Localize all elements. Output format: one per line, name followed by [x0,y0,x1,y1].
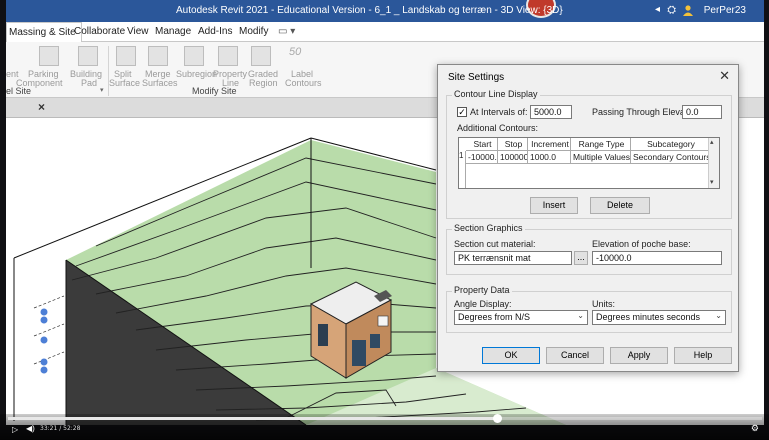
parking-component-icon [39,46,59,66]
building-pad-label[interactable]: Pad [81,79,97,88]
column-header-increment[interactable]: Increment [528,138,571,151]
ok-button[interactable]: OK [482,347,540,364]
split-surface-icon [116,46,136,66]
section-graphics-title: Section Graphics [452,223,525,233]
units-select[interactable]: Degrees minutes seconds ⌄ [592,310,726,325]
panel-separator [108,46,109,96]
progress-fill [8,417,497,420]
contextual-dropdown-icon[interactable]: ▭ ▾ [278,26,295,37]
scroll-down-icon[interactable]: ▾ [710,178,714,186]
apply-button[interactable]: Apply [610,347,668,364]
building-pad-icon [78,46,98,66]
progress-knob[interactable] [492,414,502,423]
user-name[interactable]: PerPer23 [704,5,746,16]
tab-add-ins[interactable]: Add-Ins [198,26,232,37]
scroll-up-icon[interactable]: ▴ [710,138,714,146]
at-intervals-label: At Intervals of: [470,107,528,117]
ribbon-tabs: Massing & Site Collaborate View Manage A… [6,22,764,42]
section-cut-material-label: Section cut material: [454,239,536,249]
user-icon[interactable] [682,4,694,16]
dialog-title: Site Settings [448,72,505,83]
poche-base-field[interactable]: -10000.0 [592,251,722,265]
merge-surfaces-label[interactable]: Surfaces [142,79,178,88]
chevron-down-icon: ⌄ [577,311,584,320]
table-cell-increment[interactable]: 1000.0 [528,151,571,164]
progress-bar[interactable] [8,414,762,423]
video-player-controls: ▷ ◀) 33:21 / 52:28 ⚙ [0,414,769,440]
column-header-subcategory[interactable]: Subcategory [631,138,710,151]
subregion-icon [184,46,204,66]
column-header-start[interactable]: Start [466,138,498,151]
graded-region-label[interactable]: Region [249,79,278,88]
column-header-stop[interactable]: Stop [498,138,528,151]
table-cell-start[interactable]: -10000. [466,151,498,164]
additional-contours-label: Additional Contours: [457,123,539,133]
site-settings-dialog: Site Settings ✕ Contour Line Display ✓ A… [437,64,739,372]
table-cell-range-type[interactable]: Multiple Values [571,151,631,164]
video-frame: Autodesk Revit 2021 - Educational Versio… [0,0,769,440]
panel-expand-icon[interactable]: ▾ [100,86,104,94]
passing-elevation-field[interactable]: 0.0 [682,105,722,119]
graded-region-icon [251,46,271,66]
subregion-button[interactable]: Subregion [176,70,217,79]
interval-field[interactable]: 5000.0 [530,105,572,119]
back-arrow-icon[interactable]: ◂ [655,4,660,15]
label-contours-icon: 50 [289,46,302,58]
label-contours-label[interactable]: Contours [285,79,322,88]
timecode: 33:21 / 52:28 [40,425,81,432]
title-bar: Autodesk Revit 2021 - Educational Versio… [6,0,764,22]
modify-site-panel-label: Modify Site [192,86,237,96]
dialog-close-button[interactable]: ✕ [719,68,730,84]
insert-button[interactable]: Insert [530,197,578,214]
units-value: Degrees minutes seconds [596,312,701,322]
row-number[interactable]: 1 [459,151,466,164]
empty-row [459,164,466,188]
cancel-button[interactable]: Cancel [546,347,604,364]
at-intervals-checkbox[interactable]: ✓ [457,107,467,117]
volume-icon[interactable]: ◀) [26,424,35,433]
revit-window: Autodesk Revit 2021 - Educational Versio… [6,0,764,425]
split-surface-label[interactable]: Surface [109,79,140,88]
table-cell-stop[interactable]: 100000 [498,151,528,164]
units-label: Units: [592,299,616,309]
model-site-panel-label: el Site [6,86,32,96]
close-view-icon[interactable]: × [38,100,45,114]
tab-manage[interactable]: Manage [155,26,191,37]
property-line-icon [218,46,238,66]
table-scrollbar[interactable]: ▴ ▾ [708,138,719,188]
tab-collaborate[interactable]: Collaborate [74,26,125,37]
tab-view[interactable]: View [127,26,149,37]
merge-surfaces-icon [148,46,168,66]
contour-line-display-title: Contour Line Display [452,89,540,99]
chevron-down-icon: ⌄ [715,311,722,320]
column-header-range-type[interactable]: Range Type [571,138,631,151]
section-cut-material-field[interactable]: PK terrænsnit mat [454,251,572,265]
delete-button[interactable]: Delete [590,197,650,214]
play-icon[interactable]: ▷ [12,425,18,434]
browse-material-button[interactable]: ... [574,251,588,265]
binoculars-icon[interactable]: ⛭ [667,4,676,17]
angle-display-label: Angle Display: [454,299,512,309]
window-title: Autodesk Revit 2021 - Educational Versio… [176,5,563,16]
angle-display-select[interactable]: Degrees from N/S ⌄ [454,310,588,325]
help-button[interactable]: Help [674,347,732,364]
settings-gear-icon[interactable]: ⚙ [751,423,759,434]
angle-display-value: Degrees from N/S [458,312,531,322]
additional-contours-table[interactable]: Start Stop Increment Range Type Subcateg… [458,137,720,189]
poche-base-label: Elevation of poche base: [592,239,691,249]
table-cell-subcategory[interactable]: Secondary Contours [631,151,710,164]
tab-modify[interactable]: Modify [239,26,268,37]
property-data-title: Property Data [452,285,512,295]
tab-massing-site[interactable]: Massing & Site [6,22,82,42]
